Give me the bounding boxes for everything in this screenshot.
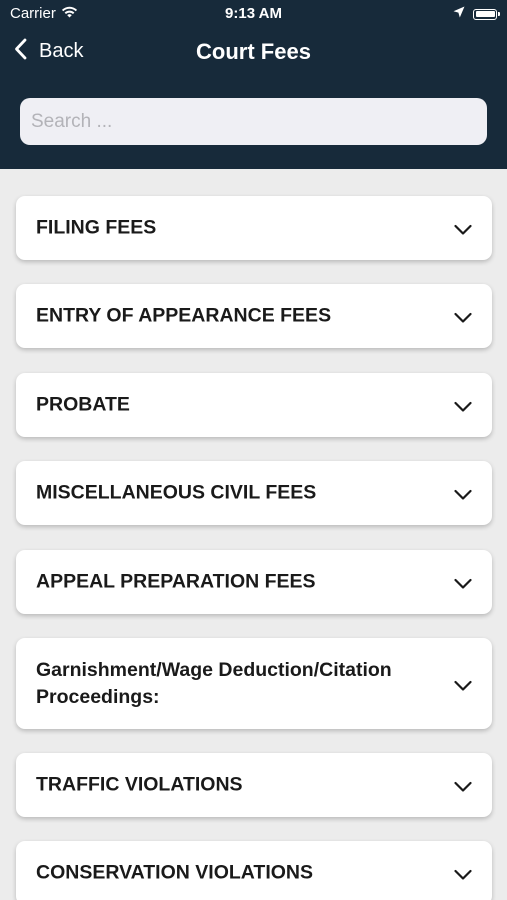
chevron-down-icon	[454, 488, 472, 500]
fee-category-item[interactable]: APPEAL PREPARATION FEES	[16, 550, 492, 614]
chevron-down-icon	[454, 678, 472, 691]
fee-category-item[interactable]: ENTRY OF APPEARANCE FEES	[16, 284, 492, 348]
fee-category-item[interactable]: CONSERVATION VIOLATIONS	[16, 841, 492, 900]
chevron-down-icon	[454, 311, 472, 323]
court-fees-screen: Carrier 9:13 AM Back Court Fees Search .…	[0, 0, 507, 900]
status-right-icons	[453, 5, 500, 23]
fee-category-label: FILING FEES	[36, 216, 157, 239]
fee-category-label: APPEAL PREPARATION FEES	[36, 570, 316, 593]
clock: 9:13 AM	[225, 5, 282, 22]
chevron-down-icon	[454, 868, 472, 880]
battery-icon	[473, 8, 500, 20]
fee-category-list: FILING FEES ENTRY OF APPEARANCE FEES PROBA…	[0, 169, 507, 900]
fee-category-label: PROBATE	[36, 393, 130, 416]
chevron-down-icon	[454, 223, 472, 235]
fee-category-item[interactable]: TRAFFIC VIOLATIONS	[16, 753, 492, 817]
fee-category-label: TRAFFIC VIOLATIONS	[36, 773, 243, 796]
fee-category-label: ENTRY OF APPEARANCE FEES	[36, 304, 332, 327]
header: Carrier 9:13 AM Back Court Fees Search .…	[0, 0, 507, 169]
fee-category-label: CONSERVATION VIOLATIONS	[36, 861, 313, 884]
navigation-bar: Back Court Fees	[0, 28, 507, 76]
fee-category-item[interactable]: MISCELLANEOUS CIVIL FEES	[16, 461, 492, 525]
fee-category-label: MISCELLANEOUS CIVIL FEES	[36, 481, 317, 504]
fee-category-item[interactable]: FILING FEES	[16, 196, 492, 260]
status-bar: Carrier 9:13 AM	[0, 0, 507, 28]
chevron-down-icon	[454, 780, 472, 792]
fee-category-item[interactable]: PROBATE	[16, 373, 492, 437]
page-title: Court Fees	[196, 39, 311, 64]
fee-category-item[interactable]: Garnishment/Wage Deduction/Citation Proc…	[16, 638, 492, 729]
location-arrow-icon	[453, 5, 465, 23]
chevron-down-icon	[454, 400, 472, 412]
chevron-down-icon	[454, 577, 472, 589]
fee-category-label: Garnishment/Wage Deduction/Citation Proc…	[36, 658, 392, 708]
search-input[interactable]	[20, 98, 487, 145]
